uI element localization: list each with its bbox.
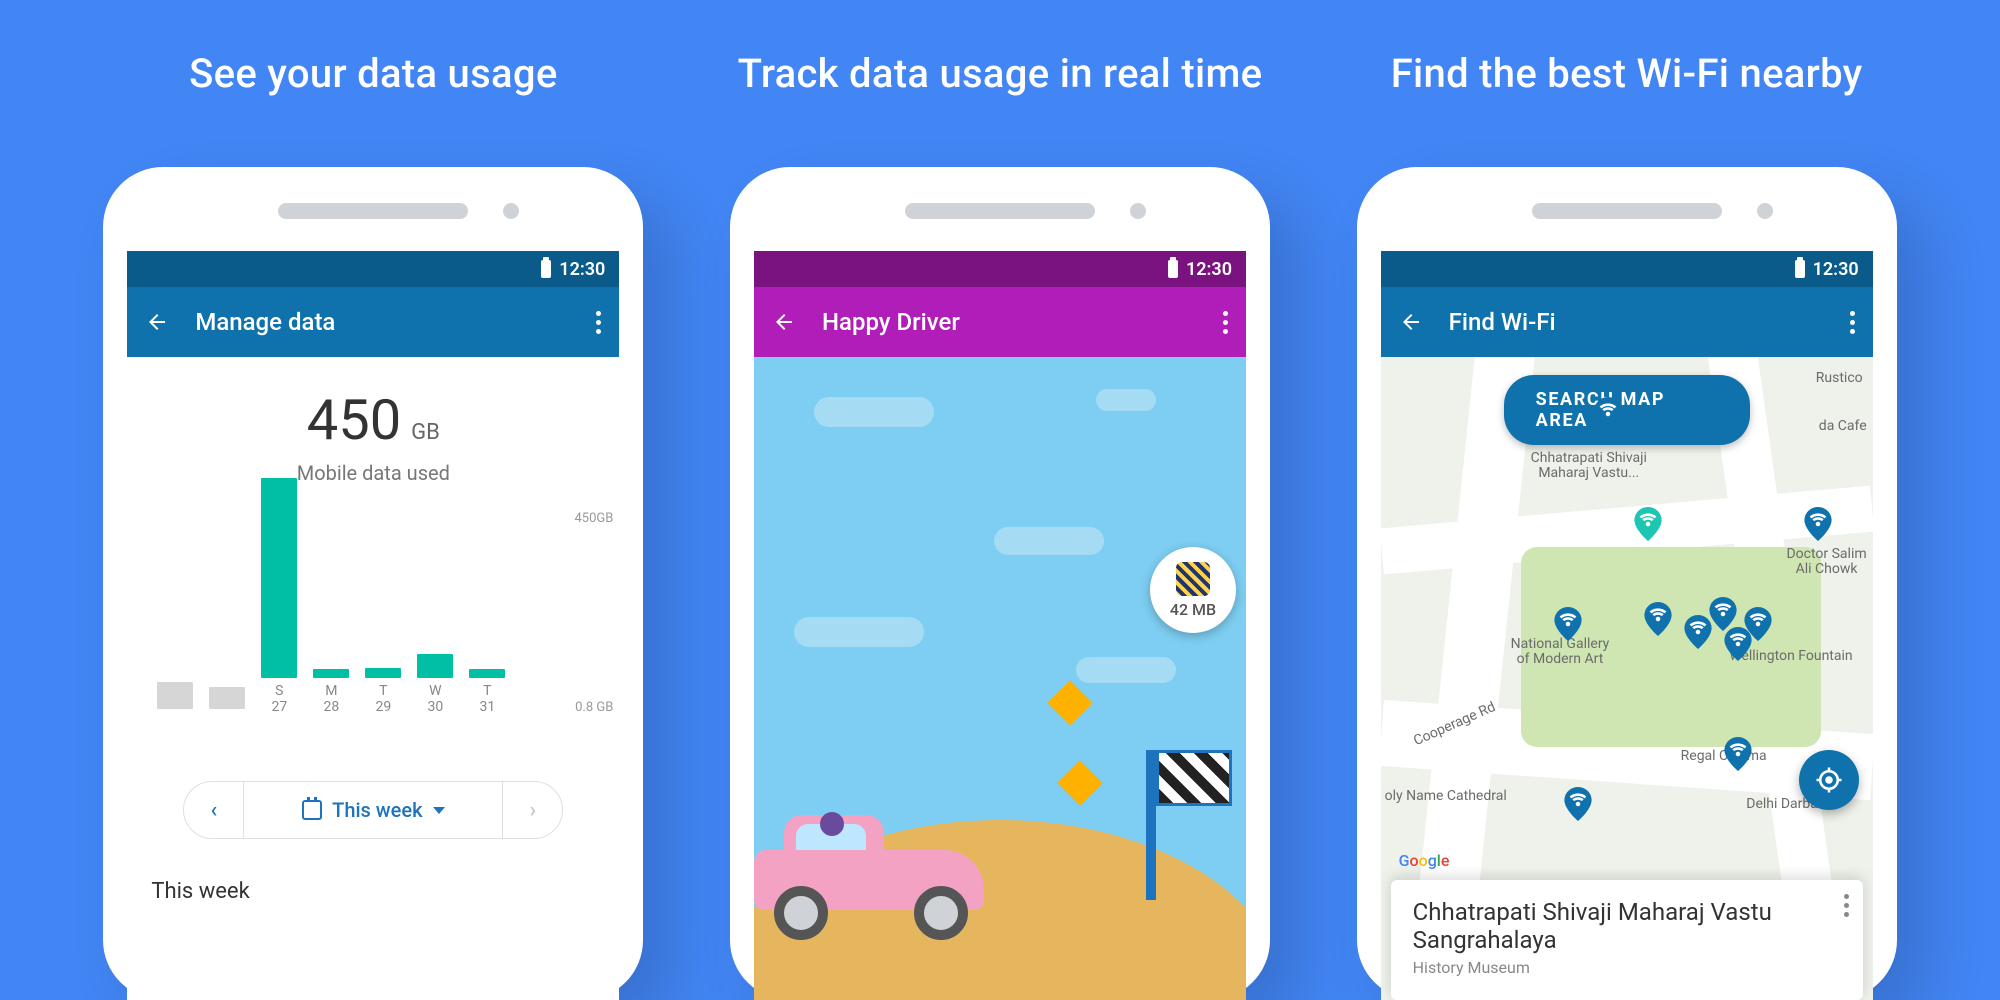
battery-icon — [541, 260, 551, 278]
back-icon[interactable] — [145, 310, 169, 334]
phone-speaker — [1532, 203, 1722, 219]
phone-camera — [1130, 203, 1146, 219]
total-usage-unit: GB — [411, 420, 440, 445]
appbar-title: Happy Driver — [822, 308, 960, 336]
map-poi-label: National Gallery of Modern Art — [1511, 637, 1610, 668]
cloud-icon — [814, 397, 934, 427]
headline-see-data-usage: See your data usage — [189, 50, 557, 97]
cloud-icon — [994, 527, 1104, 555]
map-poi-label: Doctor Salim Ali Chowk — [1786, 547, 1866, 578]
cloud-icon — [1096, 389, 1156, 411]
chart-bar: S 27 — [261, 478, 297, 715]
wifi-pin-icon[interactable] — [1641, 602, 1675, 636]
wifi-pin-icon[interactable] — [1801, 507, 1835, 541]
chart-bar: T 29 — [365, 668, 401, 715]
status-bar: 12:30 — [127, 251, 619, 287]
usage-bar-chart: 450GB 0.8 GB S 27 M 28 T 29 W 30 T 31 — [127, 505, 619, 765]
place-card-subtitle: History Museum — [1413, 958, 1841, 977]
chart-bar — [209, 687, 245, 715]
wifi-map[interactable]: SEARCH MAP AREA Rustico da Cafe Chhatrap… — [1381, 357, 1873, 1000]
phone-speaker — [278, 203, 468, 219]
appbar-find-wifi: Find Wi-Fi — [1381, 287, 1873, 357]
chart-bar-label: M 28 — [323, 684, 339, 715]
map-attribution: Google — [1399, 851, 1450, 870]
card-overflow-icon[interactable] — [1844, 894, 1849, 917]
cloud-icon — [794, 617, 924, 647]
status-time: 12:30 — [559, 259, 605, 280]
status-time: 12:30 — [1813, 259, 1859, 280]
phone-speaker — [905, 203, 1095, 219]
ytick-bottom: 0.8 GB — [574, 700, 613, 715]
total-usage-value: 450 — [307, 387, 401, 453]
date-range-selector[interactable]: ‹ This week › — [183, 781, 563, 839]
wifi-pin-icon[interactable] — [1741, 607, 1775, 641]
wifi-pin-icon[interactable] — [1706, 597, 1740, 631]
appbar-manage-data: Manage data — [127, 287, 619, 357]
status-time: 12:30 — [1186, 259, 1232, 280]
range-label: This week — [332, 798, 422, 822]
search-map-area-button[interactable]: SEARCH MAP AREA — [1504, 375, 1750, 445]
overflow-menu-icon[interactable] — [1850, 311, 1855, 334]
wifi-pin-icon[interactable] — [1631, 507, 1665, 541]
place-card-title: Chhatrapati Shivaji Maharaj Vastu Sangra… — [1413, 898, 1841, 954]
appbar-happy-driver: Happy Driver — [754, 287, 1246, 357]
map-poi-label: Chhatrapati Shivaji Maharaj Vastu... — [1531, 451, 1647, 482]
overflow-menu-icon[interactable] — [1223, 311, 1228, 334]
status-bar: 12:30 — [1381, 251, 1873, 287]
map-poi-label: oly Name Cathedral — [1385, 789, 1507, 804]
back-icon[interactable] — [772, 310, 796, 334]
dropdown-caret-icon — [433, 807, 445, 814]
finish-flag-icon — [1146, 750, 1156, 900]
headline-find-wifi: Find the best Wi-Fi nearby — [1391, 50, 1863, 97]
phone-camera — [1757, 203, 1773, 219]
place-card[interactable]: Chhatrapati Shivaji Maharaj Vastu Sangra… — [1391, 880, 1863, 1000]
ytick-top: 450GB — [574, 511, 613, 526]
data-usage-bubble-value: 42 MB — [1170, 600, 1216, 619]
data-usage-bubble[interactable]: 42 MB — [1150, 547, 1236, 633]
status-bar: 12:30 — [754, 251, 1246, 287]
game-scene: 42 MB — [754, 357, 1246, 1000]
coin-icon — [1047, 680, 1092, 725]
back-icon[interactable] — [1399, 310, 1423, 334]
chart-bar: W 30 — [417, 654, 453, 715]
app-icon — [1176, 562, 1210, 596]
headline-track-realtime: Track data usage in real time — [738, 50, 1263, 97]
total-usage-label: Mobile data used — [127, 461, 619, 485]
cloud-icon — [1076, 657, 1176, 683]
total-usage-stat: 450 GB Mobile data used — [127, 357, 619, 505]
chart-bar-label: W 30 — [427, 684, 443, 715]
phone-frame-2: 12:30 Happy Driver 42 MB — [730, 167, 1270, 1000]
calendar-icon — [302, 800, 322, 820]
battery-icon — [1795, 260, 1805, 278]
prev-range-button[interactable]: ‹ — [184, 782, 244, 838]
car-icon — [754, 820, 1004, 940]
coin-icon — [1057, 760, 1102, 805]
next-range-button[interactable]: › — [502, 782, 562, 838]
wifi-pin-icon[interactable] — [1721, 737, 1755, 771]
phone-camera — [503, 203, 519, 219]
my-location-button[interactable] — [1799, 750, 1859, 810]
appbar-title: Manage data — [195, 308, 335, 336]
section-header-this-week: This week — [127, 865, 619, 918]
battery-icon — [1168, 260, 1178, 278]
chart-bar: M 28 — [313, 669, 349, 715]
chart-bar-label: S 27 — [271, 684, 287, 715]
wifi-pin-icon[interactable] — [1591, 397, 1625, 431]
map-poi-label: da Cafe — [1819, 419, 1867, 434]
phone-frame-3: 12:30 Find Wi-Fi SEARCH MAP AREA Rustico… — [1357, 167, 1897, 1000]
chart-bar-label: T 31 — [479, 684, 495, 715]
chart-bar-label: T 29 — [375, 684, 391, 715]
phone-frame-1: 12:30 Manage data 450 GB Mobile data use… — [103, 167, 643, 1000]
overflow-menu-icon[interactable] — [596, 311, 601, 334]
wifi-pin-icon[interactable] — [1561, 787, 1595, 821]
chart-bar: T 31 — [469, 669, 505, 715]
map-poi-label: Rustico — [1816, 371, 1863, 386]
wifi-pin-icon[interactable] — [1551, 607, 1585, 641]
chart-bar — [157, 682, 193, 715]
appbar-title: Find Wi-Fi — [1449, 308, 1556, 336]
